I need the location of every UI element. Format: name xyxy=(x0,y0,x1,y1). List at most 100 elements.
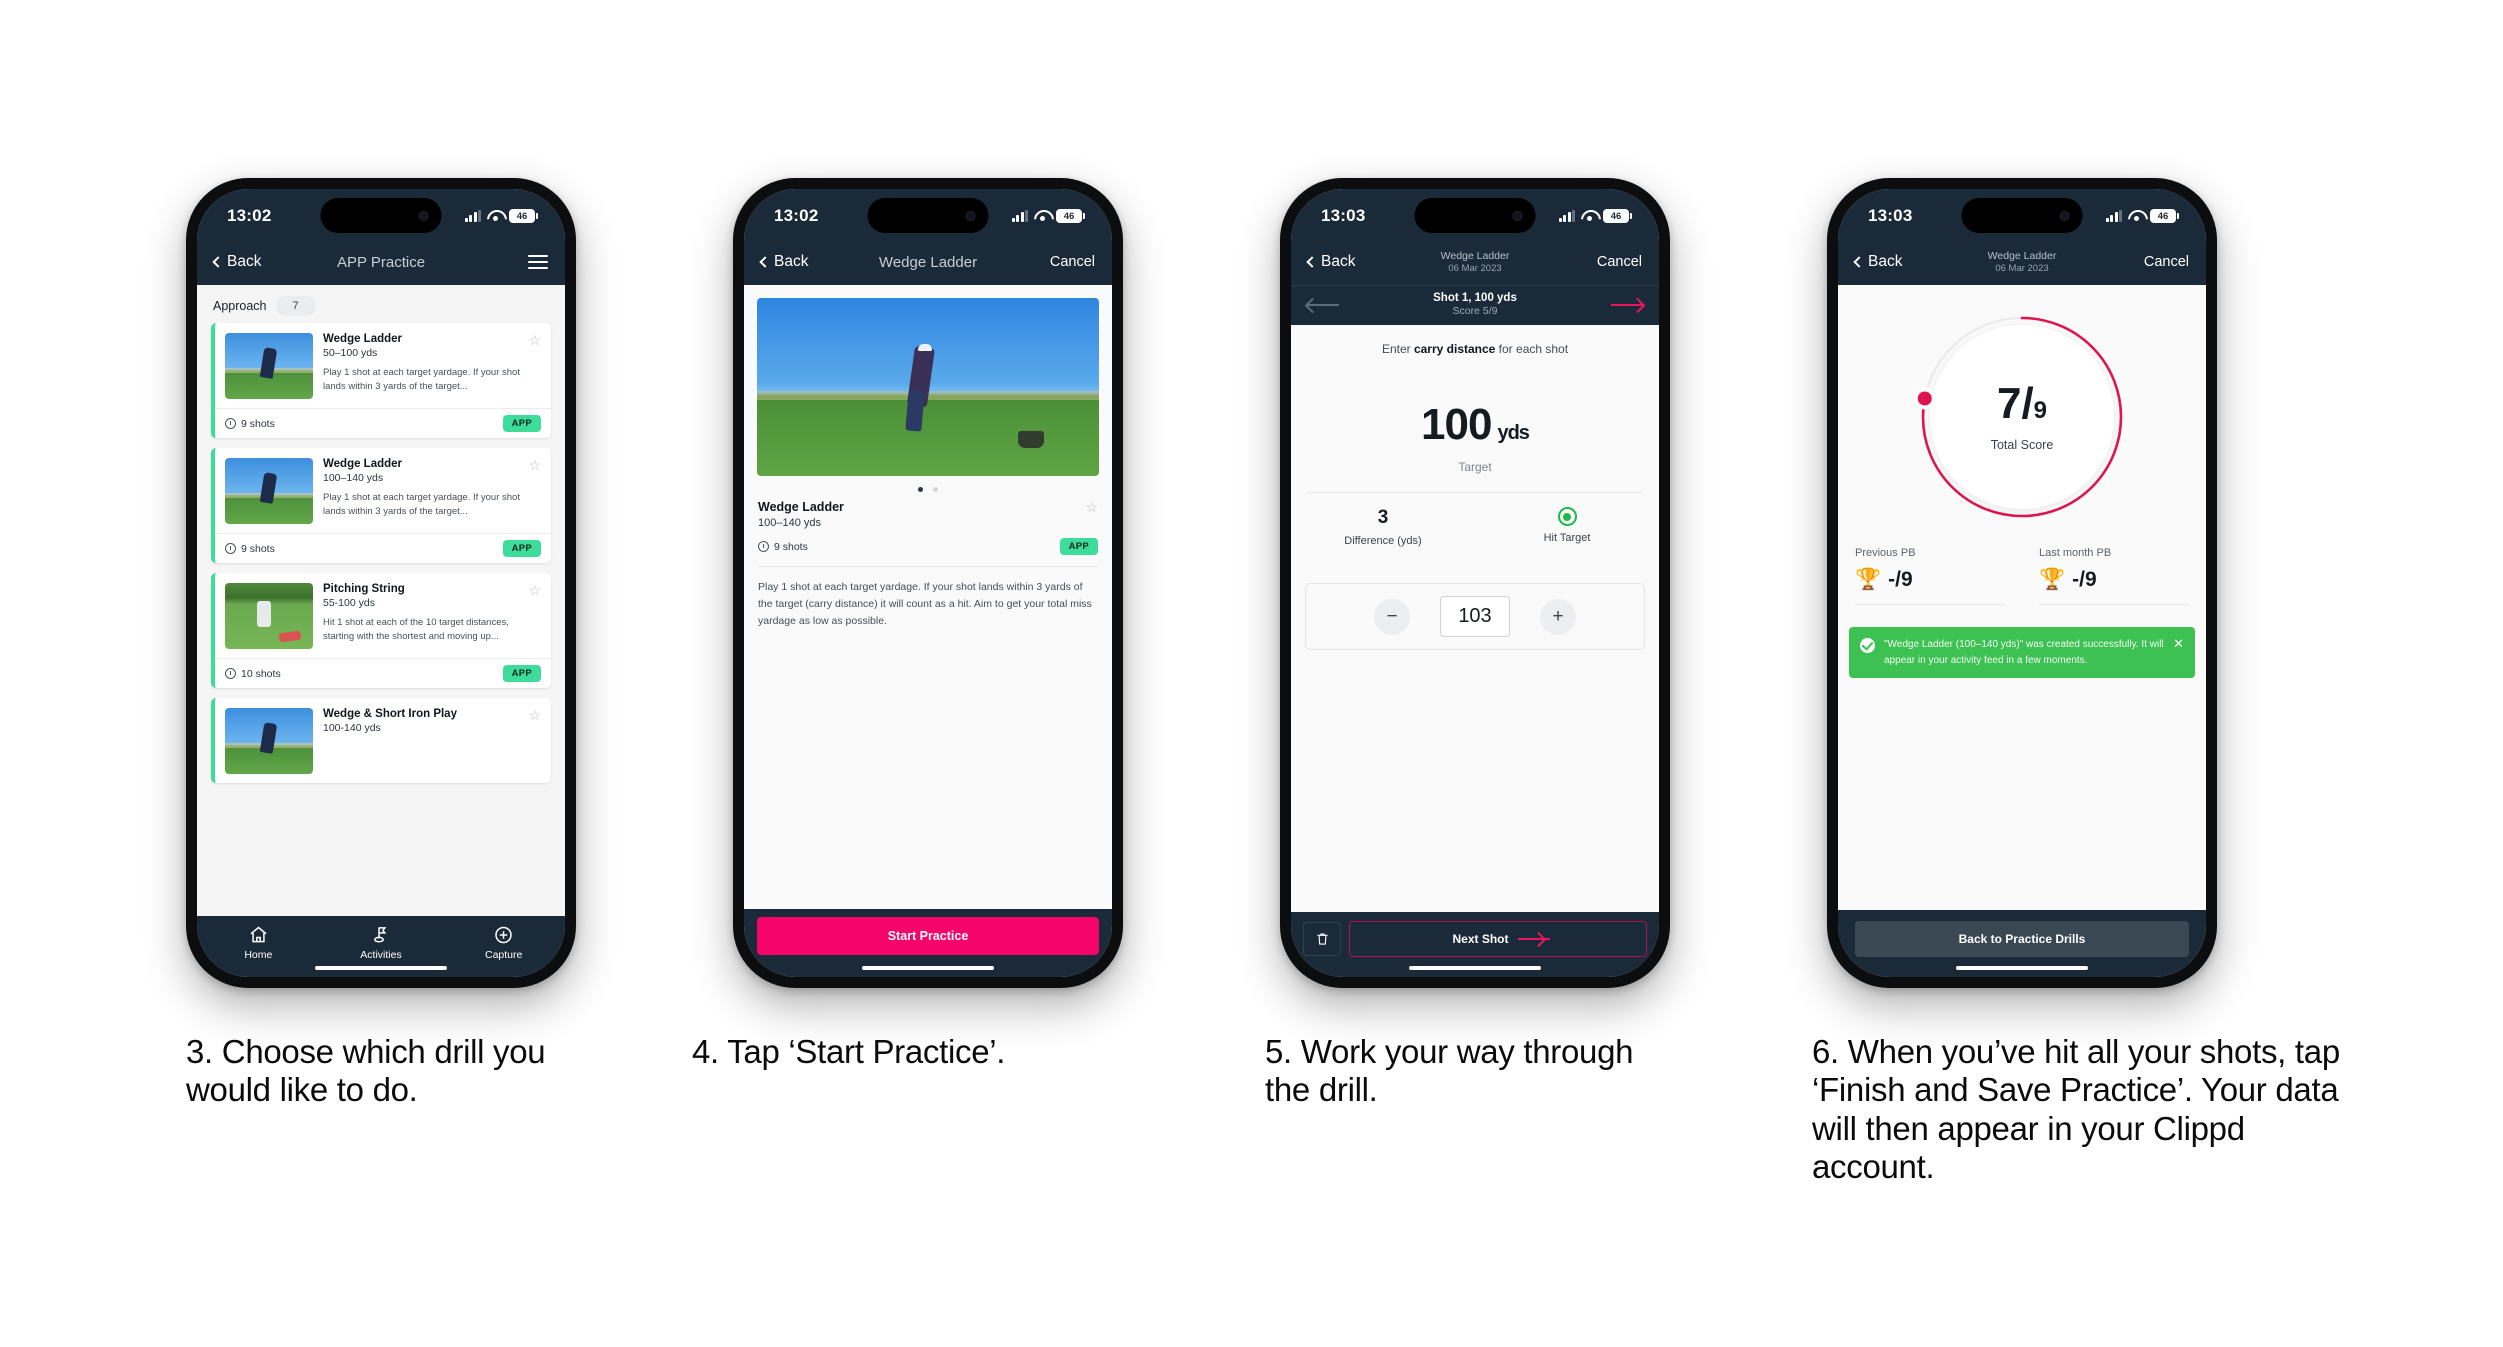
hit-target-icon xyxy=(1557,507,1577,526)
score-slash: / xyxy=(2021,379,2034,428)
favourite-star-icon[interactable]: ☆ xyxy=(528,333,541,347)
last-month-pb-value: -/9 xyxy=(2072,568,2097,591)
drill-title: Wedge Ladder xyxy=(758,500,844,514)
drill-shot-count-label: 9 shots xyxy=(241,417,275,430)
drill-card[interactable]: Wedge & Short Iron Play 100-140 yds ☆ xyxy=(211,698,551,783)
drill-card-info: Wedge Ladder 100–140 yds ☆ Play 1 shot a… xyxy=(323,458,541,524)
back-to-practice-drills-button[interactable]: Back to Practice Drills xyxy=(1855,921,2189,957)
status-time: 13:02 xyxy=(774,206,819,225)
drill-shot-count: 9 shots xyxy=(225,418,275,430)
drill-title: Wedge Ladder xyxy=(323,458,403,470)
back-button[interactable]: Back xyxy=(1306,253,1355,271)
dynamic-island xyxy=(1414,198,1536,233)
carousel-dot-active xyxy=(918,487,923,492)
previous-shot-arrow-icon[interactable] xyxy=(1307,299,1339,311)
phone-1-screen: 13:02 46 Back APP Practice Approach 7 We… xyxy=(197,189,565,977)
drill-card-top: Pitching String 55-100 yds ☆ Hit 1 shot … xyxy=(215,573,551,658)
shot-stats-row: 3 Difference (yds) Hit Target xyxy=(1291,493,1659,547)
delete-shot-button[interactable] xyxy=(1303,922,1341,956)
tab-home[interactable]: Home xyxy=(197,925,320,961)
chevron-left-icon xyxy=(1306,256,1318,268)
drill-description: Hit 1 shot at each of the 10 target dist… xyxy=(323,617,509,642)
drill-thumbnail xyxy=(225,458,313,524)
arrow-right-icon xyxy=(1517,933,1550,945)
score-numerator: 7 xyxy=(1996,379,2022,428)
entry-hint-post: for each shot xyxy=(1495,342,1569,356)
chevron-left-icon xyxy=(212,256,224,268)
dynamic-island xyxy=(1961,198,2083,233)
dynamic-island xyxy=(867,198,989,233)
stat-difference: 3 Difference (yds) xyxy=(1291,507,1475,547)
favourite-star-icon[interactable]: ☆ xyxy=(1085,500,1098,514)
drill-title: Wedge & Short Iron Play xyxy=(323,708,457,720)
divider xyxy=(2039,604,2189,605)
back-button[interactable]: Back xyxy=(759,253,808,271)
clock-icon xyxy=(225,668,236,679)
next-shot-arrow-icon[interactable] xyxy=(1611,299,1643,311)
drill-detail: Wedge Ladder 100–140 yds ☆ 9 shots APP P xyxy=(744,498,1112,629)
next-shot-button[interactable]: Next Shot xyxy=(1349,921,1647,957)
drill-shot-count-label: 9 shots xyxy=(241,542,275,555)
drill-title: Wedge Ladder xyxy=(323,333,403,345)
last-month-pb-label: Last month PB xyxy=(2039,547,2112,559)
nav-bar-wrap: Back APP Practice xyxy=(197,243,565,285)
previous-pb-value: -/9 xyxy=(1888,568,1913,591)
back-button[interactable]: Back xyxy=(1853,253,1902,271)
clock-icon xyxy=(225,543,236,554)
decrement-button[interactable]: − xyxy=(1374,598,1410,635)
close-icon[interactable]: ✕ xyxy=(2173,637,2184,650)
nav-bar: Back Wedge Ladder 06 Mar 2023 Cancel xyxy=(1838,243,2206,285)
page-title-text: APP Practice xyxy=(336,253,426,271)
drill-meta-row: 9 shots APP xyxy=(758,538,1098,555)
hamburger-icon[interactable] xyxy=(528,254,548,270)
drill-card[interactable]: Pitching String 55-100 yds ☆ Hit 1 shot … xyxy=(211,573,551,688)
back-button[interactable]: Back xyxy=(212,253,261,271)
previous-pb-cell: Previous PB 🏆 -/9 xyxy=(1838,547,2022,605)
wifi-icon xyxy=(487,210,503,222)
favourite-star-icon[interactable]: ☆ xyxy=(528,458,541,472)
carousel-dots[interactable] xyxy=(744,476,1112,498)
tab-capture[interactable]: Capture xyxy=(442,925,565,961)
wifi-icon xyxy=(1581,210,1597,222)
favourite-star-icon[interactable]: ☆ xyxy=(528,583,541,597)
status-indicators: 46 xyxy=(464,209,538,223)
drill-category-badge: APP xyxy=(1059,538,1098,555)
page-title-text: Wedge Ladder xyxy=(1440,250,1510,262)
drill-list-body[interactable]: Approach 7 Wedge Ladder 50–100 yds ☆ Pla… xyxy=(197,285,565,916)
drill-card-info: Wedge & Short Iron Play 100-140 yds ☆ xyxy=(323,708,541,774)
drill-card[interactable]: Wedge Ladder 50–100 yds ☆ Play 1 shot at… xyxy=(211,323,551,438)
battery-icon: 46 xyxy=(1603,209,1632,223)
drill-range: 100–140 yds xyxy=(758,517,821,529)
next-shot-label: Next Shot xyxy=(1452,932,1509,946)
tab-activities[interactable]: Activities xyxy=(320,925,443,961)
cancel-button[interactable]: Cancel xyxy=(1597,254,1642,270)
drill-card-top: Wedge Ladder 100–140 yds ☆ Play 1 shot a… xyxy=(215,448,551,533)
drill-shot-count: 9 shots xyxy=(225,543,275,555)
nav-bar-wrap: Back Wedge Ladder Cancel xyxy=(744,243,1112,285)
status-bar: 13:03 46 xyxy=(1838,189,2206,243)
battery-icon: 46 xyxy=(1056,209,1085,223)
start-practice-button[interactable]: Start Practice xyxy=(757,917,1099,955)
golf-flag-icon xyxy=(373,927,386,943)
entry-hint-pre: Enter xyxy=(1381,342,1414,356)
increment-button[interactable]: + xyxy=(1540,598,1576,635)
score-ring: 7/9 Total Score xyxy=(1916,311,2128,523)
carry-distance-input[interactable]: 103 xyxy=(1440,596,1510,637)
clock-icon xyxy=(225,418,236,429)
page-title: Wedge Ladder 06 Mar 2023 xyxy=(1441,250,1510,274)
drill-category-badge: APP xyxy=(502,665,541,682)
cancel-button[interactable]: Cancel xyxy=(2144,254,2189,270)
phone-2-drill-detail: 13:02 46 Back Wedge Ladder Cancel Wedge … xyxy=(733,178,1123,988)
favourite-star-icon[interactable]: ☆ xyxy=(528,708,541,722)
wifi-icon xyxy=(2128,210,2144,222)
nav-bar: Back Wedge Ladder Cancel xyxy=(744,243,1112,285)
drill-thumbnail xyxy=(225,708,313,774)
page-title-text: Wedge Ladder xyxy=(878,253,978,271)
category-filter-row: Approach 7 xyxy=(197,285,565,323)
check-circle-icon xyxy=(1860,638,1875,653)
cellular-signal-icon xyxy=(464,210,481,222)
score-ring-inner: 7/9 Total Score xyxy=(1930,325,2114,509)
cancel-button[interactable]: Cancel xyxy=(1050,254,1095,270)
phone-4-results: 13:03 46 Back Wedge Ladder 06 Mar 2023 C… xyxy=(1827,178,2217,988)
drill-card[interactable]: Wedge Ladder 100–140 yds ☆ Play 1 shot a… xyxy=(211,448,551,563)
